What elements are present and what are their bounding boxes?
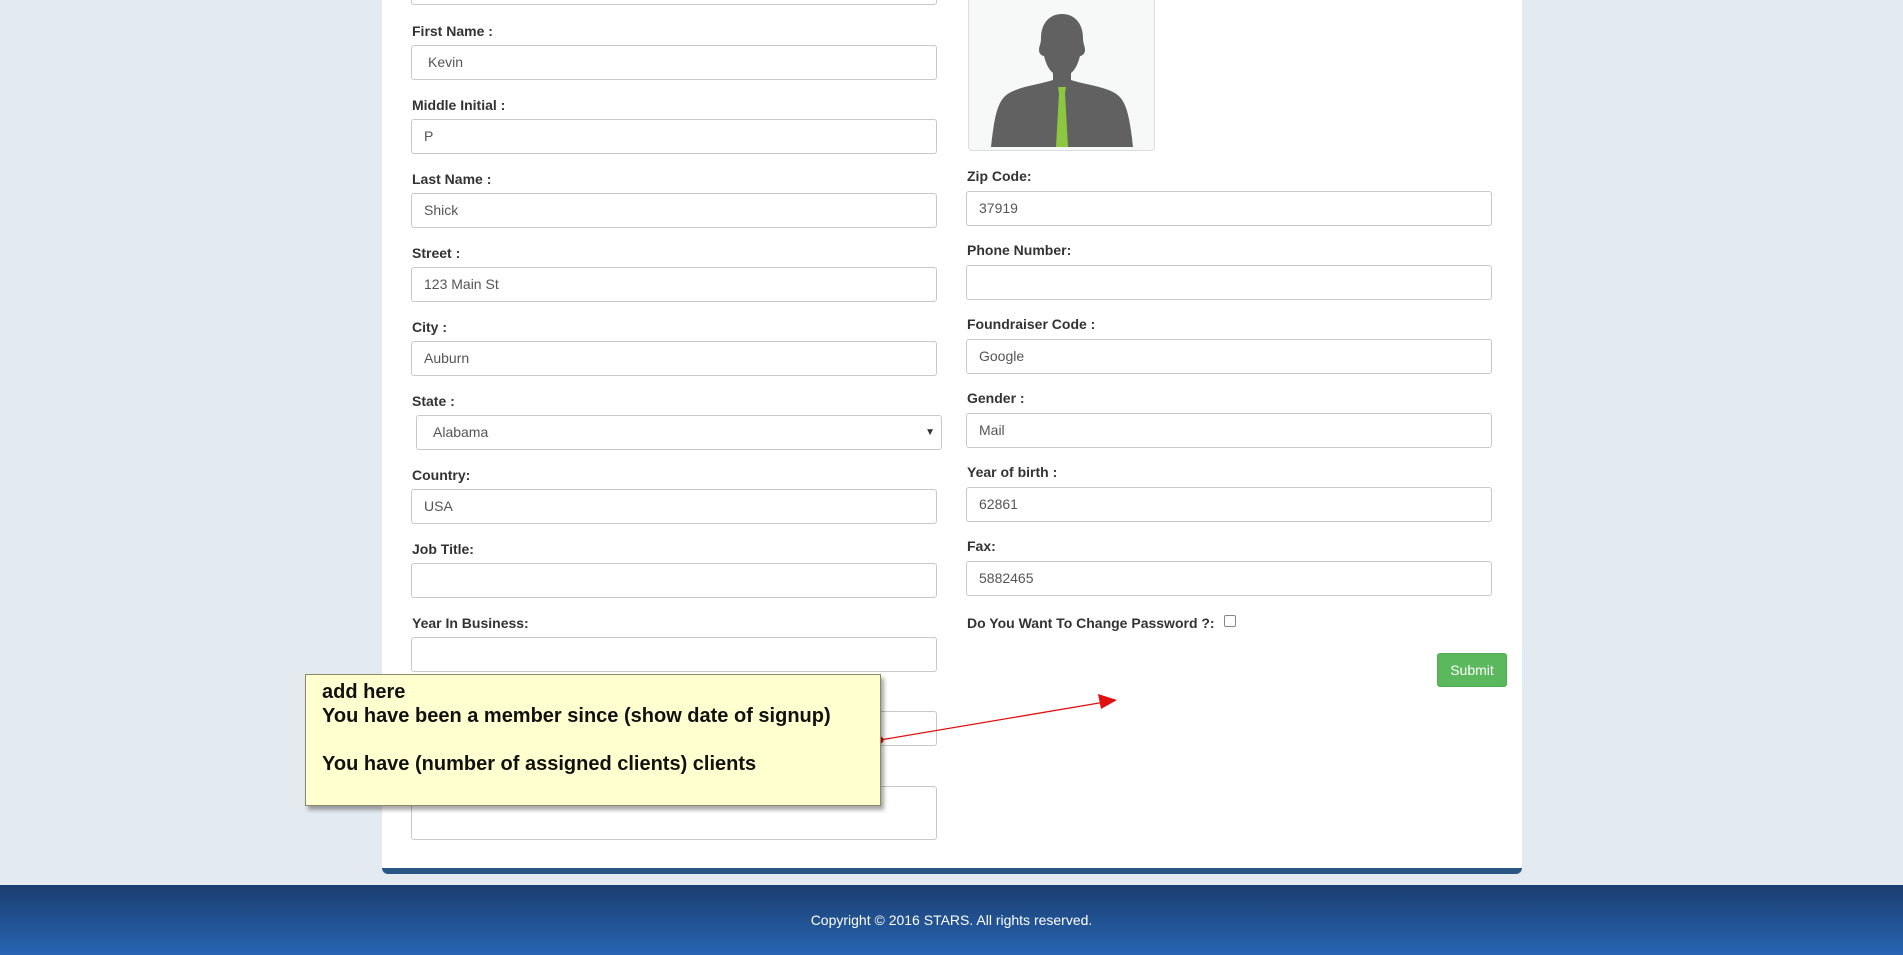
state-select-value: Alabama <box>433 424 489 440</box>
middle-initial-label: Middle Initial : <box>412 97 506 113</box>
first-name-input[interactable]: Kevin <box>411 45 937 80</box>
country-label: Country: <box>412 467 471 483</box>
middle-initial-input[interactable]: P <box>411 119 937 154</box>
annotation-note: add here You have been a member since (s… <box>305 674 881 806</box>
year-of-birth-input[interactable]: 62861 <box>966 487 1492 522</box>
phone-number-label: Phone Number: <box>967 242 1072 258</box>
city-label: City : <box>412 319 447 335</box>
job-title-label: Job Title: <box>412 541 474 557</box>
top-cut-input[interactable] <box>411 0 937 5</box>
annotation-line-1: add here <box>322 681 406 703</box>
city-input[interactable]: Auburn <box>411 341 937 376</box>
profile-photo <box>968 0 1155 151</box>
last-name-input[interactable]: Shick <box>411 193 937 228</box>
fundraiser-code-input[interactable]: Google <box>966 339 1492 374</box>
gender-label: Gender : <box>967 390 1025 406</box>
caret-down-icon: ▼ <box>925 427 935 438</box>
country-input[interactable]: USA <box>411 489 937 524</box>
last-name-label: Last Name : <box>412 171 492 187</box>
street-label: Street : <box>412 245 461 261</box>
year-in-business-input[interactable] <box>411 637 937 672</box>
state-label: State : <box>412 393 455 409</box>
fax-input[interactable]: 5882465 <box>966 561 1492 596</box>
annotation-line-2: You have been a member since (show date … <box>322 705 831 727</box>
annotation-line-3: You have (number of assigned clients) cl… <box>322 753 757 775</box>
page-footer: Copyright © 2016 STARS. All rights reser… <box>0 885 1903 955</box>
zip-code-label: Zip Code: <box>967 168 1032 184</box>
job-title-input[interactable] <box>411 563 937 598</box>
gender-input[interactable]: Mail <box>966 413 1492 448</box>
phone-number-input[interactable] <box>966 265 1492 300</box>
fundraiser-code-label: Foundraiser Code : <box>967 316 1096 332</box>
street-input[interactable]: 123 Main St <box>411 267 937 302</box>
person-silhouette-icon <box>991 14 1133 147</box>
fax-label: Fax: <box>967 538 996 554</box>
first-name-label: First Name : <box>412 23 493 39</box>
submit-button[interactable]: Submit <box>1437 653 1507 687</box>
year-of-birth-label: Year of birth : <box>967 464 1058 480</box>
year-in-business-label: Year In Business: <box>412 615 529 631</box>
copyright-text: Copyright © 2016 STARS. All rights reser… <box>810 912 1093 928</box>
state-select[interactable]: Alabama ▼ <box>416 415 942 450</box>
zip-code-input[interactable]: 37919 <box>966 191 1492 226</box>
change-password-label: Do You Want To Change Password ?: <box>967 615 1215 631</box>
change-password-checkbox[interactable] <box>1224 615 1236 627</box>
